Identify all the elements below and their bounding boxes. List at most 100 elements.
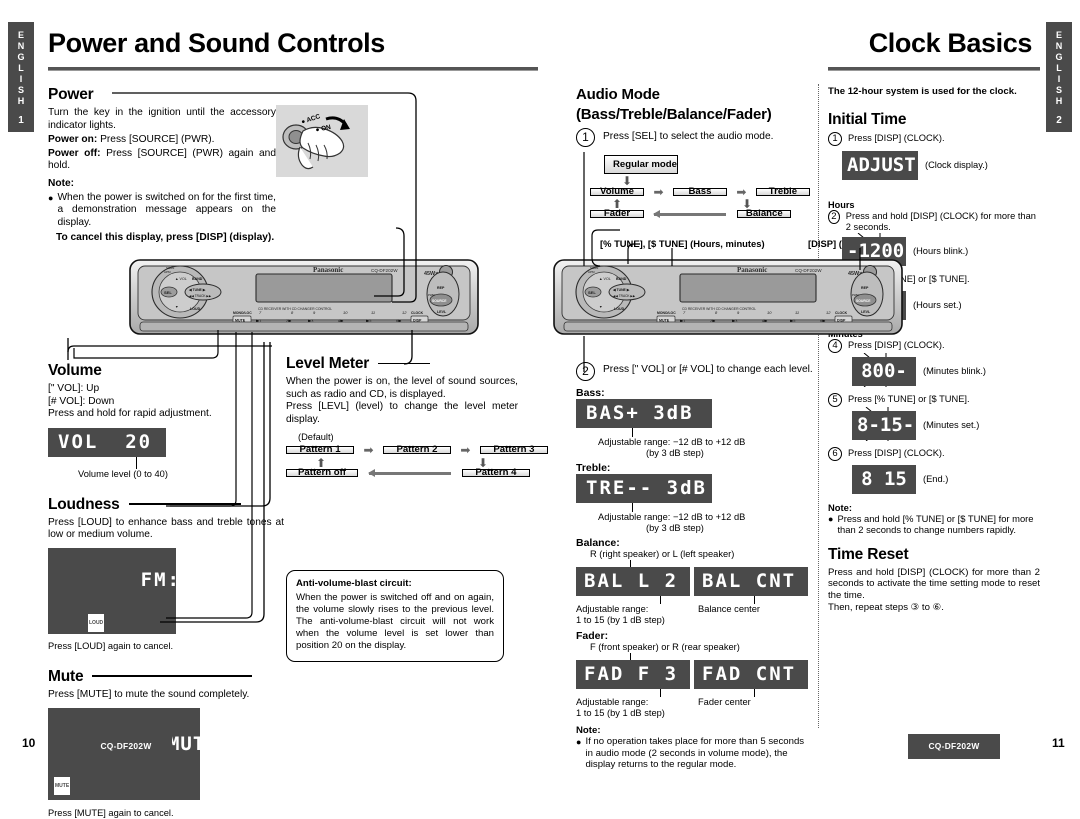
preset-label-11: 11	[795, 310, 799, 315]
level-meter-text2: Press [LEVL] (level) to change the level…	[286, 401, 518, 425]
lcd-balance-center: BAL CNT	[694, 567, 808, 596]
audio-mode-heading-line2: (Bass/Treble/Balance/Fader)	[576, 106, 772, 123]
audio-mode-note-label: Note:	[576, 725, 601, 736]
button-levl: LEVL	[861, 310, 871, 314]
page-number-right: 11	[1052, 736, 1065, 750]
clock-step1-display-row: ADJUST (Clock display.)	[842, 151, 1040, 180]
level-meter-default-label: (Default)	[298, 432, 334, 443]
fader-sub: F (front speaker) or R (rear speaker)	[590, 642, 740, 652]
audio-mode-flow-connectors: ⬆ ⬇	[590, 197, 808, 211]
clock-step5-caption: (Minutes set.)	[923, 420, 980, 430]
flow-box-treble[interactable]: Treble	[755, 187, 810, 196]
power-off-line: Power off: Press [SOURCE] (PWR) again an…	[48, 148, 276, 173]
button-band: BAND	[192, 277, 203, 281]
step-number-6: 6	[828, 447, 842, 461]
power-on-line: Power on: Press [SOURCE] (PWR).	[48, 134, 276, 147]
button-pwr: PWR	[852, 293, 859, 297]
step-number-2: 2	[576, 362, 595, 381]
audio-mode-step-2-block: 2 Press [" VOL] or [# VOL] to change eac…	[576, 362, 814, 771]
flow-box-volume[interactable]: Volume	[590, 187, 644, 196]
flow-box-fader[interactable]: Fader	[590, 209, 644, 218]
bass-label: Bass:	[576, 387, 605, 399]
clock-intro: The 12-hour system is used for the clock…	[828, 86, 1017, 97]
bullet-dot-icon: ●	[828, 514, 834, 524]
audio-mode-heading-line1: Audio Mode	[576, 86, 660, 103]
button-vol-down: ▼	[599, 305, 603, 309]
caption-leader-line	[660, 689, 661, 697]
volume-up-line: [" VOL]: Up	[48, 383, 100, 394]
power-note-label: Note:	[48, 177, 75, 189]
flow-box-pattern-2[interactable]: Pattern 2	[382, 445, 451, 455]
arrow-down-icon: ⬇	[742, 197, 753, 211]
clock-note-text: Press and hold [% TUNE] or [$ TUNE] for …	[837, 513, 1034, 536]
language-tab-letter: S	[1055, 85, 1062, 95]
language-tab-letter: E	[17, 30, 24, 40]
button-vol-up: ▲ VOL	[175, 277, 187, 281]
button-loud: LOUD	[190, 307, 201, 311]
lcd-fader-front: FAD F 3	[576, 660, 690, 689]
label-clock: CLOCK	[835, 311, 848, 315]
stereo-unit-illustration-left: CD RECEIVER WITH CD CHANGER CONTROL Pana…	[128, 258, 480, 341]
section-heading-time-reset: Time Reset	[828, 545, 909, 563]
mute-text: Press [MUTE] to mute the sound completel…	[48, 688, 250, 700]
step-number-2: 2	[828, 210, 840, 224]
balance-range-2: 1 to 15 (by 1 dB step)	[576, 615, 665, 625]
clock-step6-text: Press [DISP] (CLOCK).	[848, 448, 945, 458]
level-meter-flow-row-2: Pattern off Pattern 4	[286, 468, 530, 478]
fader-range-2: 1 to 15 (by 1 dB step)	[576, 708, 665, 718]
section-power: Power Turn the key in the ignition until…	[48, 86, 276, 245]
language-tab-letter: L	[1056, 63, 1062, 73]
button-vol-down: ▼	[175, 305, 179, 309]
caption-leader-line	[632, 428, 633, 437]
fader-label: Fader:	[576, 630, 609, 642]
clock-step2-caption: (Hours blink.)	[913, 246, 969, 256]
bass-step: (by 3 dB step)	[646, 448, 704, 458]
arrow-down-icon: ⬇	[622, 174, 633, 188]
flow-box-pattern-off[interactable]: Pattern off	[286, 468, 358, 478]
clock-step2-text: Press and hold [DISP] (CLOCK) for more t…	[845, 211, 1036, 232]
ignition-key-illustration: ● ACC ● ON	[276, 105, 368, 177]
label-clock: CLOCK	[411, 311, 424, 315]
flow-box-bass[interactable]: Bass	[672, 187, 727, 196]
arrow-left-long-icon	[368, 468, 452, 477]
flow-box-balance[interactable]: Balance	[736, 209, 791, 218]
language-tab-letter: N	[17, 41, 25, 51]
caption-leader-line	[136, 456, 137, 469]
language-tab-letter: E	[1055, 30, 1062, 40]
fader-captions: Adjustable range: Fader center	[576, 697, 814, 708]
step-number-1: 1	[576, 128, 595, 147]
power-off-label: Power off:	[48, 147, 101, 159]
volume-lcd-group: VOL 20 Volume level (0 to 40)	[48, 427, 284, 480]
button-band: BAND	[616, 277, 627, 281]
volume-hint: Press and hold for rapid adjustment.	[48, 408, 212, 420]
clock-note-label: Note:	[828, 502, 852, 513]
power-note-text: When the power is switched on for the fi…	[57, 191, 276, 228]
title-rule-right	[828, 67, 1040, 71]
button-sel: SEL	[164, 290, 172, 295]
callout-tune-label: [% TUNE], [$ TUNE] (Hours, minutes)	[600, 238, 765, 249]
clock-step-2: 2 Press and hold [DISP] (CLOCK) for more…	[828, 210, 1040, 233]
flow-box-pattern-4[interactable]: Pattern 4	[461, 468, 530, 478]
clock-note-bullet: ● Press and hold [% TUNE] or [$ TUNE] fo…	[828, 513, 1040, 536]
page-title-right: Clock Basics	[868, 28, 1033, 58]
level-meter-flow-connectors: ⬆ ⬇	[286, 455, 518, 470]
clock-step4-display-row: 800- (Minutes blink.)	[852, 353, 1040, 387]
anti-blast-heading: Anti-volume-blast circuit:	[296, 578, 412, 590]
flow-box-pattern-3[interactable]: Pattern 3	[479, 445, 548, 455]
button-levl: LEVL	[437, 310, 447, 314]
flow-box-regular-mode[interactable]: Regular mode	[604, 155, 678, 174]
flow-box-pattern-1[interactable]: Pattern 1	[286, 445, 354, 455]
lcd-treble: TRE-- 3dB	[576, 474, 712, 503]
caption-leader-line	[660, 596, 661, 604]
preset-label-12: 12	[402, 310, 407, 315]
caption-leader-line	[630, 560, 631, 567]
button-apm: APM	[164, 270, 171, 274]
lcd-balance-left: BAL L 2	[576, 567, 690, 596]
level-meter-text: When the power is on, the level of sound…	[286, 376, 518, 400]
model-label: CQ-DF202W	[795, 268, 822, 273]
button-track: ◀◀ TRACK ▶▶	[613, 294, 636, 298]
treble-range: Adjustable range: −12 dB to +12 dB	[598, 512, 746, 522]
button-apm: APM	[588, 270, 595, 274]
treble-step: (by 3 dB step)	[646, 523, 704, 533]
language-tab-letter: L	[18, 63, 24, 73]
